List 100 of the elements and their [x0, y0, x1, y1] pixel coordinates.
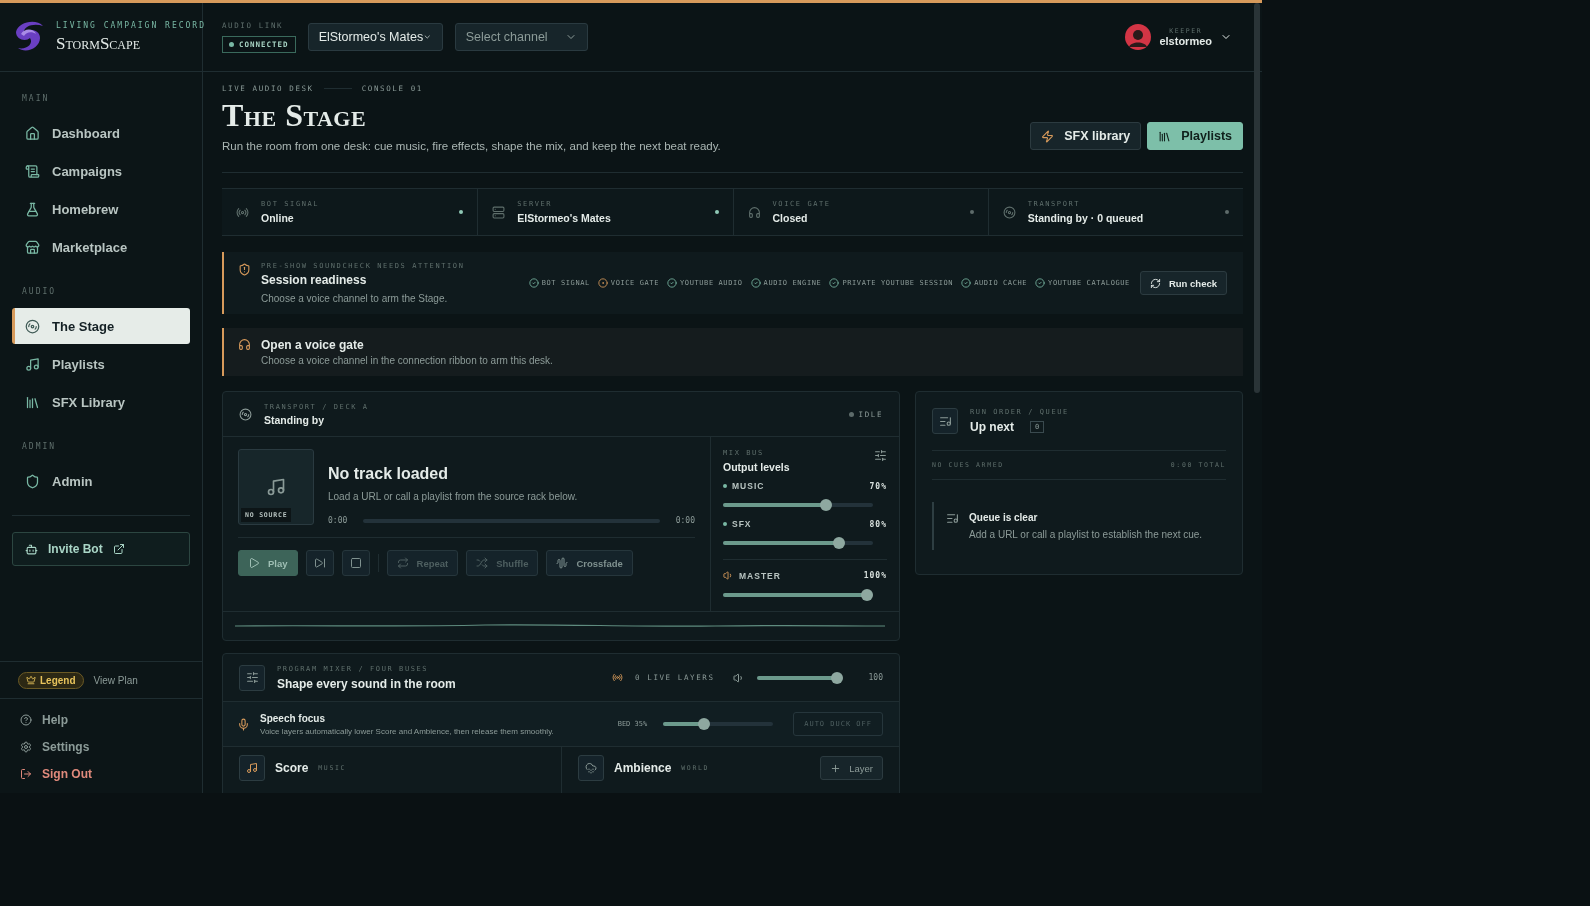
- footer-icon: [20, 714, 32, 726]
- add-layer-button[interactable]: Layer: [820, 756, 883, 780]
- alert-text: Choose a voice channel in the connection ribbon to arm this desk.: [261, 355, 553, 366]
- nav-icon: [25, 201, 40, 217]
- robot-icon: [25, 542, 38, 556]
- channel-select[interactable]: Select channel: [454, 23, 588, 51]
- card-title: Up next: [970, 420, 1014, 434]
- page-subtitle: Run the room from one desk: cue music, fire effects, shape the mix, and keep the next beat ready.: [222, 140, 721, 152]
- bus-name: Score: [275, 761, 309, 775]
- server-select[interactable]: ElStormeo's Mates: [307, 23, 443, 51]
- card-title: Shape every sound in the room: [277, 676, 457, 691]
- level-slider[interactable]: [723, 589, 873, 601]
- sidebar-item[interactable]: Homebrew: [12, 191, 190, 227]
- view-plan-link[interactable]: View Plan: [93, 674, 138, 686]
- bed-slider[interactable]: [663, 718, 774, 730]
- status-icon: [1002, 205, 1016, 219]
- status-icon: [236, 205, 249, 219]
- elapsed-time: 0:00: [328, 516, 348, 525]
- nav-icon: [25, 394, 40, 410]
- nav-icon: [25, 239, 40, 255]
- crossfade-button[interactable]: Crossfade: [546, 550, 633, 576]
- soundcheck-text: Choose a voice channel to arm the Stage.: [261, 293, 449, 304]
- status-icon: [747, 205, 761, 219]
- headphones-icon: [238, 338, 251, 351]
- scrollbar[interactable]: [1254, 3, 1260, 393]
- sidebar-item[interactable]: Playlists: [12, 346, 190, 382]
- mix-title: Output levels: [723, 461, 790, 473]
- status-value: Closed: [772, 212, 809, 224]
- duration-time: 0:00: [675, 516, 695, 525]
- invite-bot-button[interactable]: Invite Bot: [12, 532, 190, 566]
- speaker-icon: [723, 570, 734, 581]
- play-icon: [248, 557, 260, 569]
- channel-name: MUSIC: [732, 481, 765, 491]
- footer-link[interactable]: Help: [20, 713, 182, 727]
- channel-name: MASTER: [739, 570, 781, 581]
- section-label: AUDIO: [22, 287, 58, 296]
- master-reading: 100: [868, 673, 883, 682]
- disc-icon: [239, 407, 252, 421]
- sliders-icon: [245, 671, 259, 684]
- section-label: MAIN: [22, 94, 51, 103]
- card-title: Standing by: [264, 413, 326, 426]
- cloud-icon: [585, 762, 597, 774]
- footer-icon: [20, 741, 32, 753]
- refresh-icon: [1149, 277, 1161, 289]
- nav-icon: [25, 163, 40, 179]
- stop-button[interactable]: [341, 550, 370, 576]
- track-hint: Load a URL or call a playlist from the source rack below.: [328, 491, 579, 502]
- level-slider[interactable]: [723, 537, 873, 549]
- sidebar-item[interactable]: Marketplace: [12, 229, 190, 265]
- nav-icon: [25, 356, 40, 372]
- sliders-icon: [874, 449, 887, 462]
- avatar: [1125, 24, 1152, 50]
- brand-name: StormScape: [56, 33, 142, 54]
- lightning-icon: [1041, 129, 1055, 143]
- soundcheck-title: Session readiness: [261, 273, 368, 287]
- queue-icon: [938, 414, 952, 428]
- section-label: ADMIN: [22, 442, 58, 451]
- footer-link[interactable]: Settings: [20, 740, 182, 754]
- action-button[interactable]: SFX library: [1030, 122, 1142, 150]
- level-slider[interactable]: [723, 499, 873, 511]
- master-slider[interactable]: [756, 671, 843, 684]
- channel-dot: [723, 484, 727, 488]
- stop-icon: [349, 557, 362, 569]
- sidebar-item[interactable]: Dashboard: [12, 115, 190, 151]
- status-icon: [492, 205, 506, 219]
- next-button[interactable]: [305, 550, 334, 576]
- sidebar-item[interactable]: The Stage: [12, 308, 190, 344]
- channel-reading: 100%: [863, 571, 887, 580]
- microphone-icon: [237, 717, 250, 731]
- footer-link[interactable]: Sign Out: [20, 767, 182, 781]
- speaker-icon: [732, 671, 745, 684]
- plus-icon: [830, 762, 842, 774]
- empty-title: Queue is clear: [969, 512, 1039, 523]
- music-note-icon: [246, 762, 258, 774]
- focus-text: Voice layers automatically lower Score and Ambience, then release them smoothly.: [260, 726, 555, 736]
- waveform-icon: [556, 557, 569, 569]
- sidebar-item[interactable]: Admin: [12, 463, 190, 499]
- crown-icon: [26, 675, 36, 685]
- channel-reading: 80%: [869, 519, 887, 529]
- shield-icon: [238, 263, 251, 276]
- queue-icon: [946, 512, 959, 525]
- plan-badge: Legend: [18, 671, 84, 689]
- brand-tagline: LIVING CAMPAIGN RECORD: [56, 20, 206, 30]
- nav-icon: [25, 125, 40, 141]
- status-value: Standing by · 0 queued: [1027, 212, 1145, 224]
- music-note-icon: [266, 477, 286, 497]
- external-link-icon: [112, 543, 125, 555]
- run-check-button[interactable]: Run check: [1139, 271, 1227, 295]
- library-icon: [1158, 129, 1172, 143]
- sidebar-item[interactable]: Campaigns: [12, 153, 190, 189]
- channel-dot: [723, 522, 727, 526]
- channel-reading: 70%: [869, 481, 887, 491]
- sidebar-item[interactable]: SFX Library: [12, 384, 190, 420]
- status-value: ElStormeo's Mates: [517, 212, 612, 224]
- action-button[interactable]: Playlists: [1147, 122, 1243, 150]
- next-icon: [313, 557, 326, 569]
- user-name: elstormeo: [1159, 35, 1212, 47]
- repeat-icon: [396, 557, 409, 569]
- focus-title: Speech focus: [260, 712, 327, 724]
- alert-title: Open a voice gate: [261, 338, 365, 352]
